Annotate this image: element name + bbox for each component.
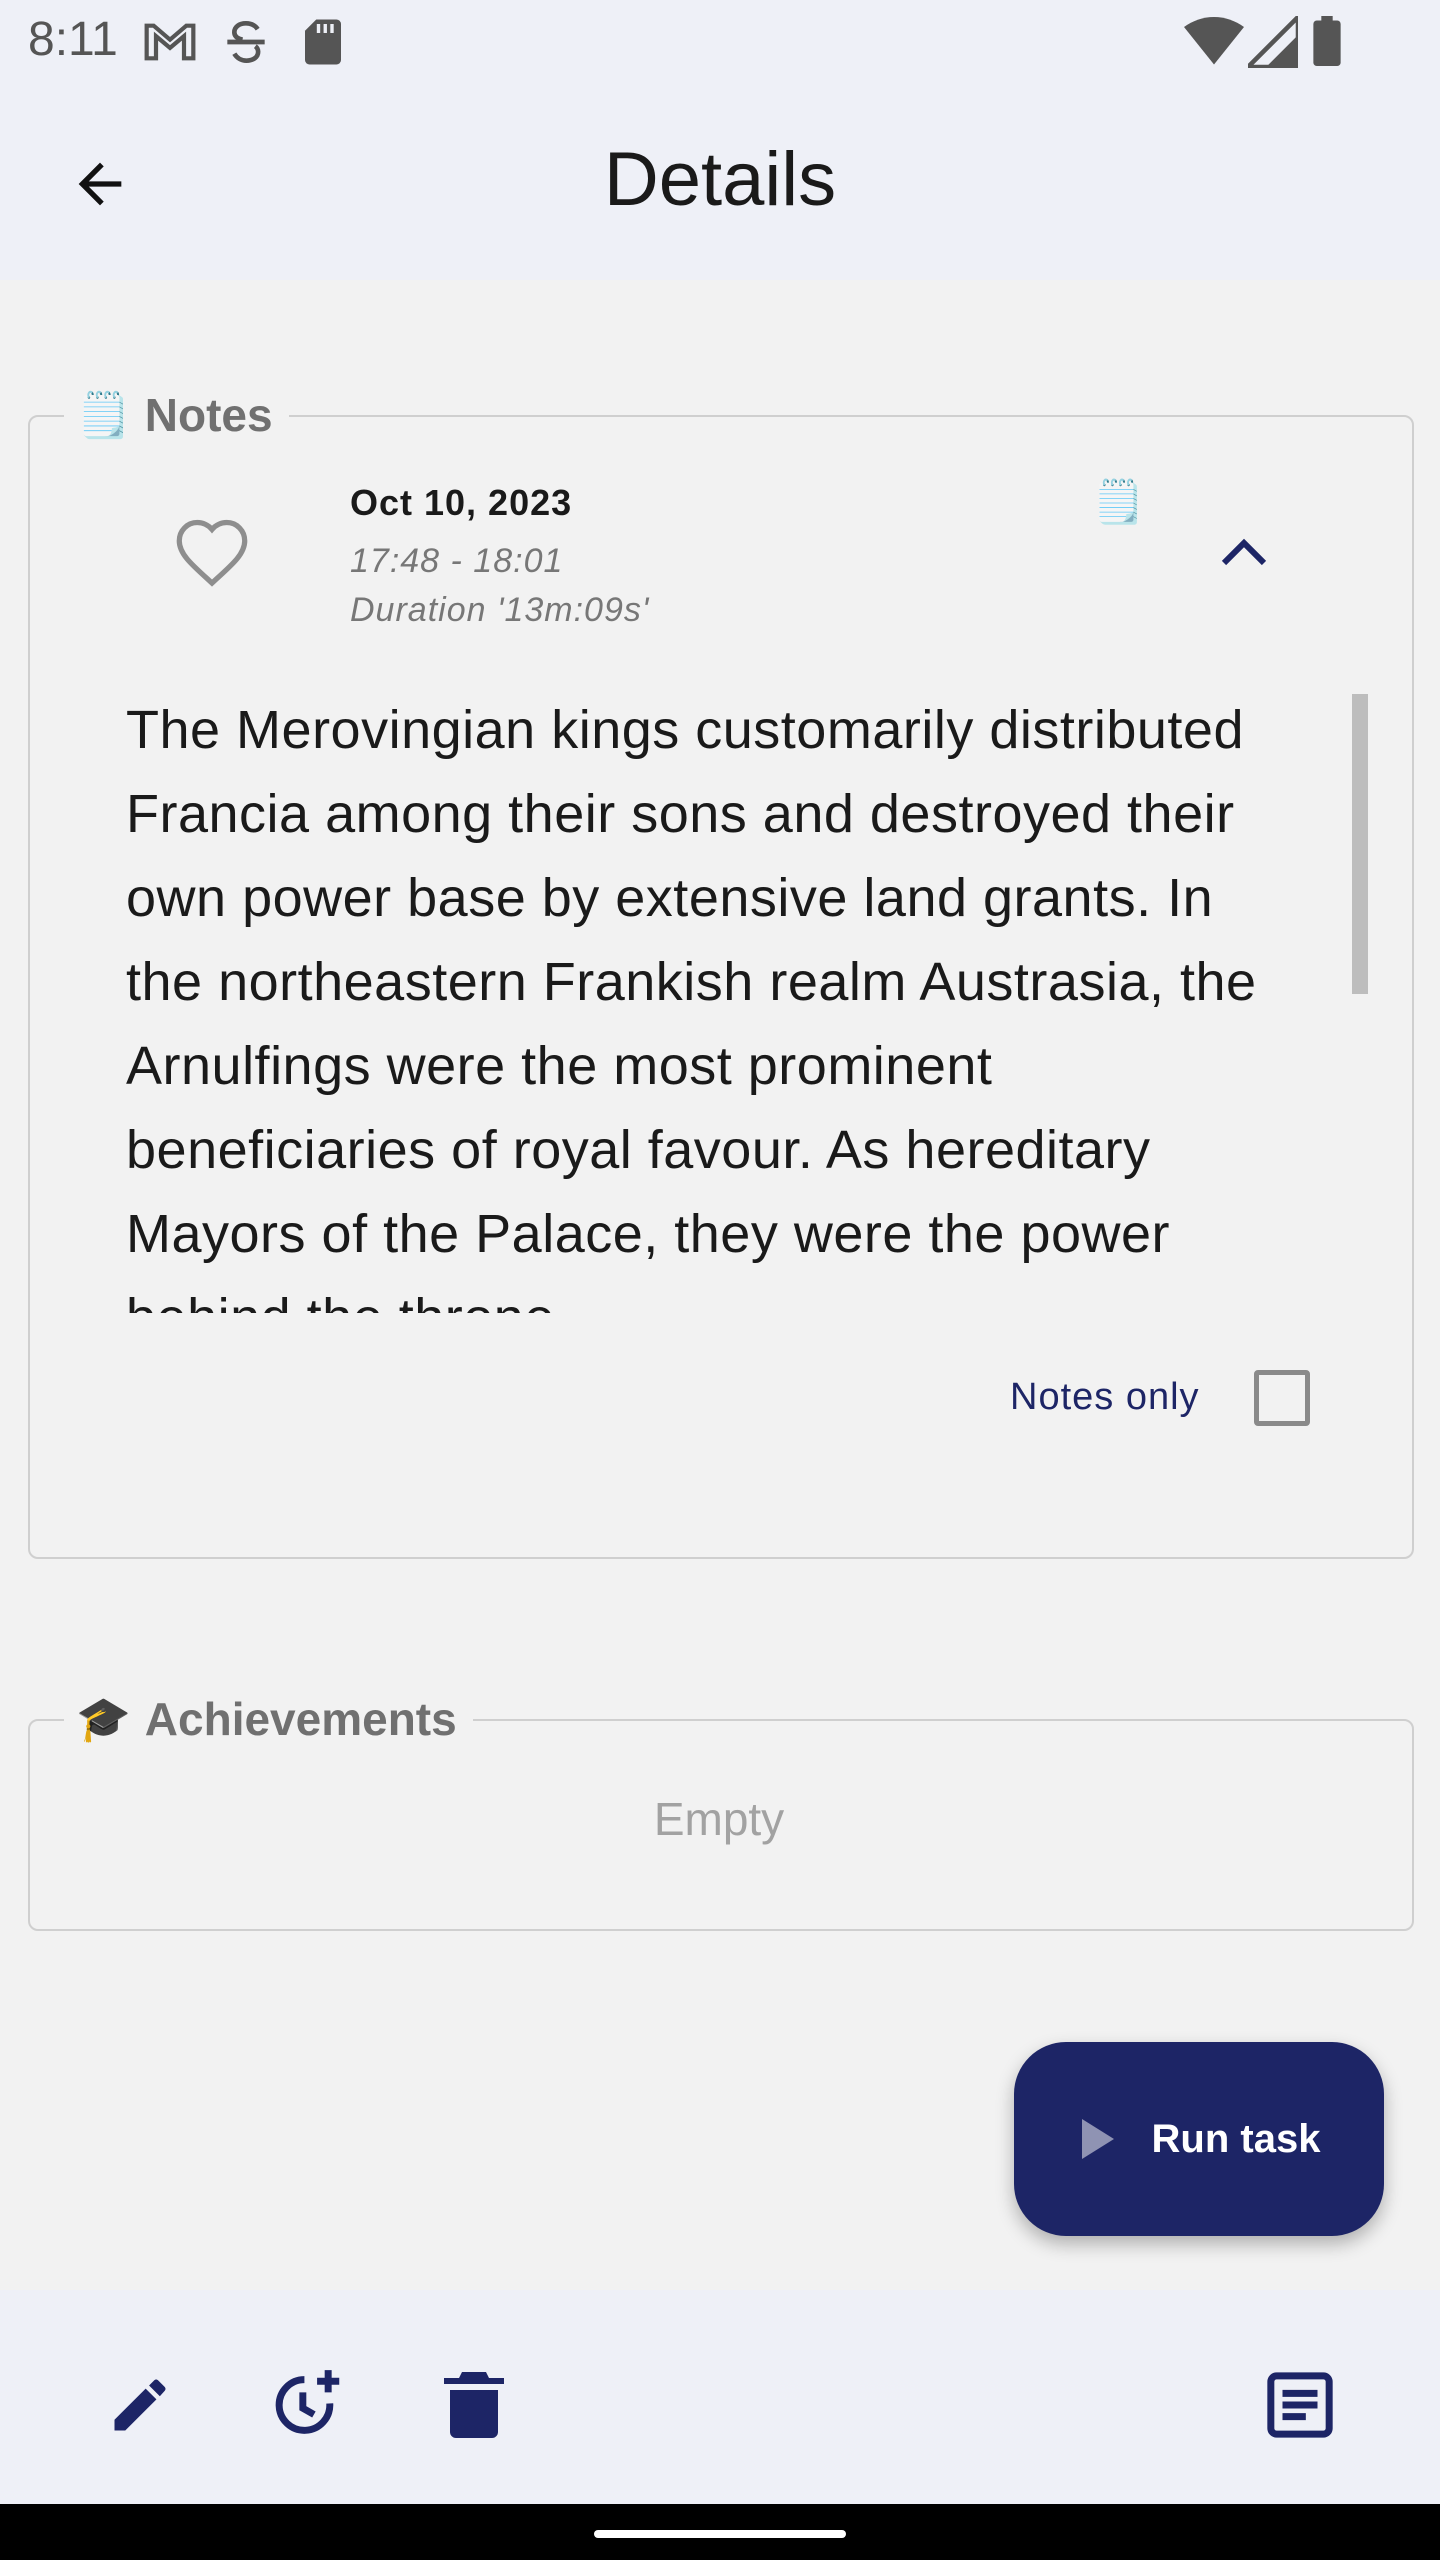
delete-icon: [444, 2372, 504, 2438]
delete-button[interactable]: [424, 2355, 524, 2455]
note-time-range: 17:48 - 18:01: [350, 542, 564, 580]
graduation-cap-icon: 🎓: [76, 1695, 131, 1744]
home-handle[interactable]: [594, 2530, 846, 2538]
notes-only-label: Notes only: [1010, 1376, 1200, 1418]
bottom-app-bar: [0, 2290, 1440, 2504]
gmail-icon: [142, 14, 198, 75]
note-scrollbar[interactable]: [1352, 694, 1368, 994]
note-duration: Duration '13m:09s': [350, 591, 650, 629]
signal-icon: [1242, 11, 1301, 73]
notes-list-button[interactable]: [1250, 2355, 1350, 2455]
note-date: Oct 10, 2023: [350, 482, 573, 523]
notes-legend-label: Notes: [144, 389, 273, 441]
strikethrough-s-icon: [218, 14, 274, 75]
achievements-empty-text: Empty: [653, 1793, 785, 1845]
add-reminder-button[interactable]: [256, 2355, 356, 2455]
collapse-button[interactable]: [1204, 520, 1284, 584]
favorite-button[interactable]: [172, 516, 252, 588]
page-title: Details: [603, 137, 837, 222]
play-icon: [1081, 2119, 1114, 2159]
back-button[interactable]: [50, 134, 150, 234]
run-task-button[interactable]: Run task: [1014, 2042, 1384, 2236]
sd-card-icon: [296, 14, 350, 75]
notes-list-icon: [1267, 2372, 1333, 2438]
note-icon: 🗒️: [1092, 478, 1145, 525]
achievements-legend-label: Achievements: [144, 1693, 457, 1745]
arrow-back-icon: [78, 162, 122, 206]
chevron-up-icon: [1221, 538, 1267, 566]
notes-only-checkbox[interactable]: [1254, 1370, 1310, 1426]
notepad-icon: 🗒️: [76, 391, 131, 440]
run-task-label: Run task: [1151, 2116, 1321, 2161]
achievements-legend: 🎓 Achievements: [64, 1688, 473, 1750]
add-reminder-icon: [275, 2370, 340, 2434]
note-text: The Merovingian kings customarily distri…: [126, 700, 1257, 1313]
battery-icon: [1312, 16, 1342, 71]
edit-button[interactable]: [90, 2355, 190, 2455]
status-time: 8:11: [28, 13, 118, 66]
notes-legend: 🗒️ Notes: [64, 384, 289, 446]
note-text-scroll[interactable]: The Merovingian kings customarily distri…: [126, 688, 1296, 1313]
edit-icon: [114, 2379, 166, 2431]
heart-outline-icon: [176, 519, 248, 587]
wifi-icon: [1184, 16, 1244, 73]
